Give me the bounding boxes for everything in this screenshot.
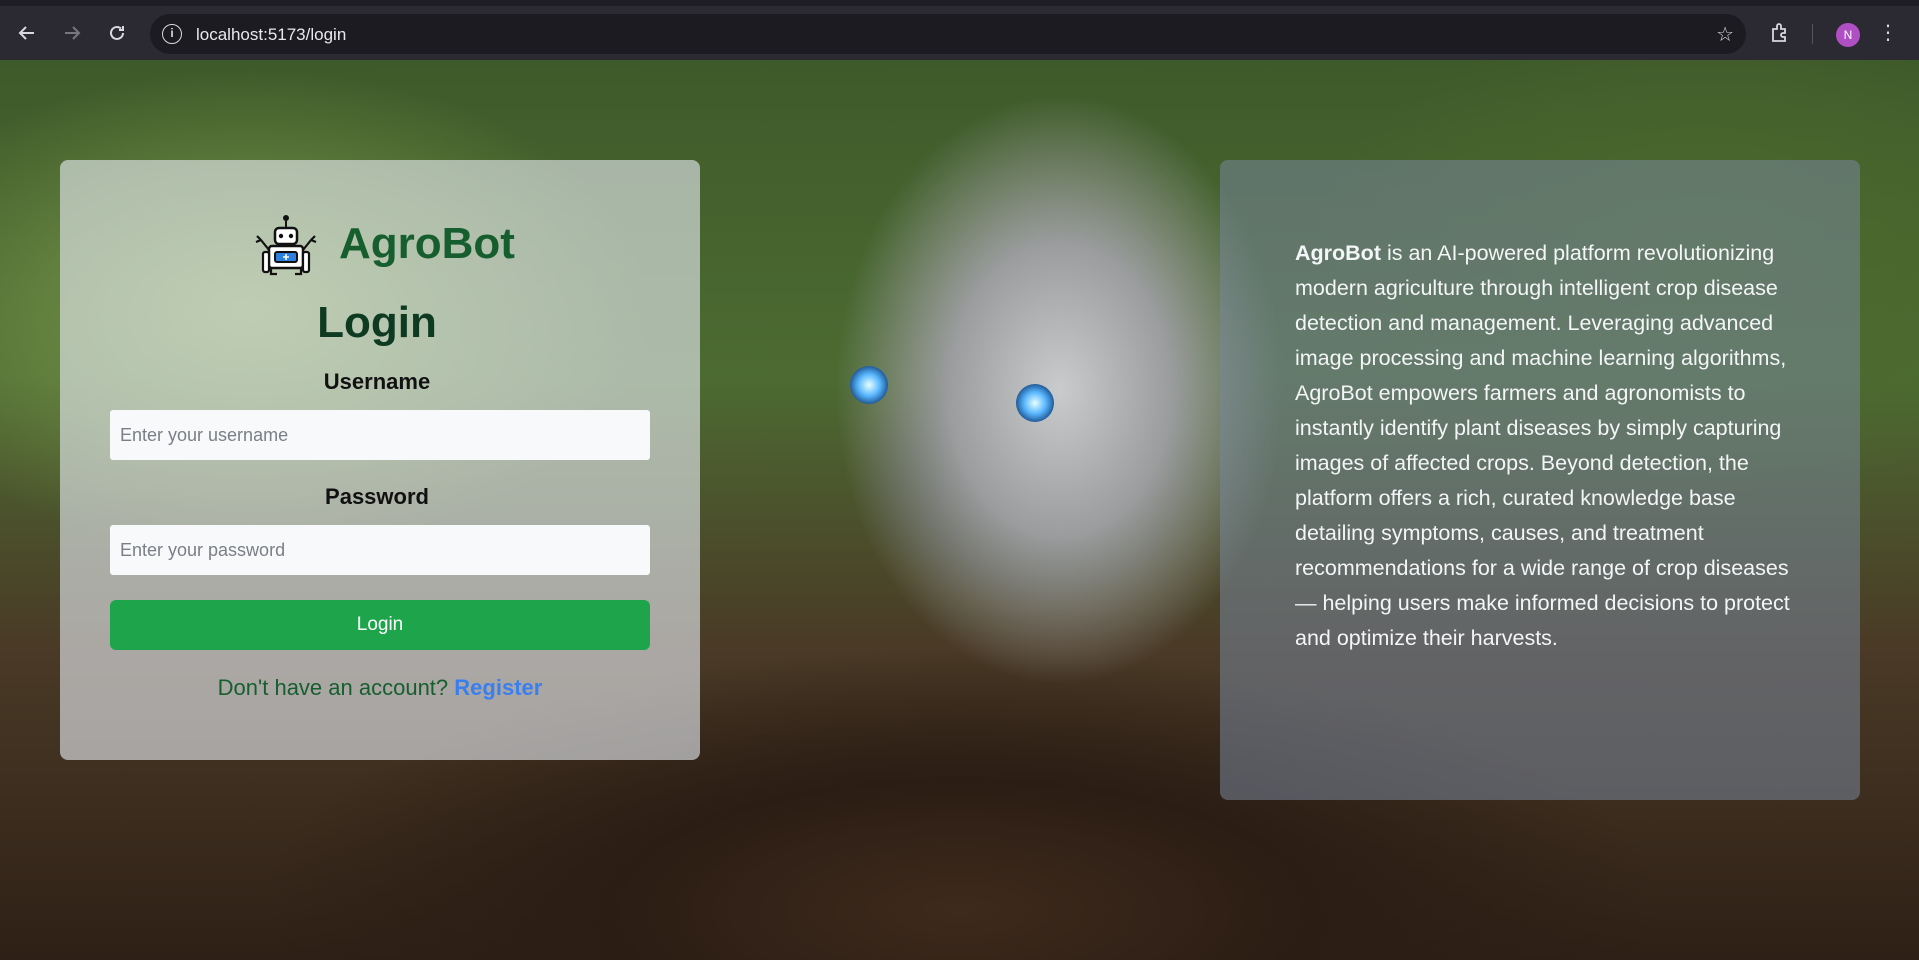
robot-eye-left [850,366,888,404]
info-icon[interactable]: i [162,24,182,44]
extensions-icon[interactable] [1769,22,1791,44]
username-label: Username [323,369,431,394]
password-input[interactable] [110,525,650,575]
forward-arrow-icon[interactable] [59,20,85,46]
login-card: AgroBot Login Username Password Login Do… [60,160,700,760]
register-prompt-text: Don't have an account? [217,675,449,700]
register-prompt-line: Don't have an account? Register [60,675,700,701]
brand-name: AgroBot [339,219,515,268]
browser-toolbar: i localhost:5173/login ☆ N ⋮ [0,0,1919,60]
back-arrow-icon[interactable] [14,20,40,46]
about-text: AgroBot is an AI-powered platform revolu… [1295,236,1805,656]
about-description: is an AI-powered platform revolutionizin… [1295,241,1790,650]
toolbar-separator [1812,24,1813,44]
kebab-menu-icon[interactable]: ⋮ [1878,22,1898,46]
reload-icon[interactable] [104,20,130,46]
about-card: AgroBot is an AI-powered platform revolu… [1220,160,1860,800]
brand-header: AgroBot [255,212,515,276]
password-label: Password [325,484,429,509]
address-bar[interactable]: i localhost:5173/login ☆ [150,14,1746,54]
star-icon[interactable]: ☆ [1716,22,1734,47]
url-text[interactable]: localhost:5173/login [196,25,346,45]
page-background: AgroBot Login Username Password Login Do… [0,60,1919,960]
robot-eye-right [1016,384,1054,422]
login-button[interactable]: Login [110,600,650,650]
register-link[interactable]: Register [454,675,542,700]
page-title: Login [317,298,437,347]
about-brand: AgroBot [1295,241,1381,265]
username-input[interactable] [110,410,650,460]
profile-avatar[interactable]: N [1836,23,1860,47]
robot-logo-icon [255,215,317,276]
